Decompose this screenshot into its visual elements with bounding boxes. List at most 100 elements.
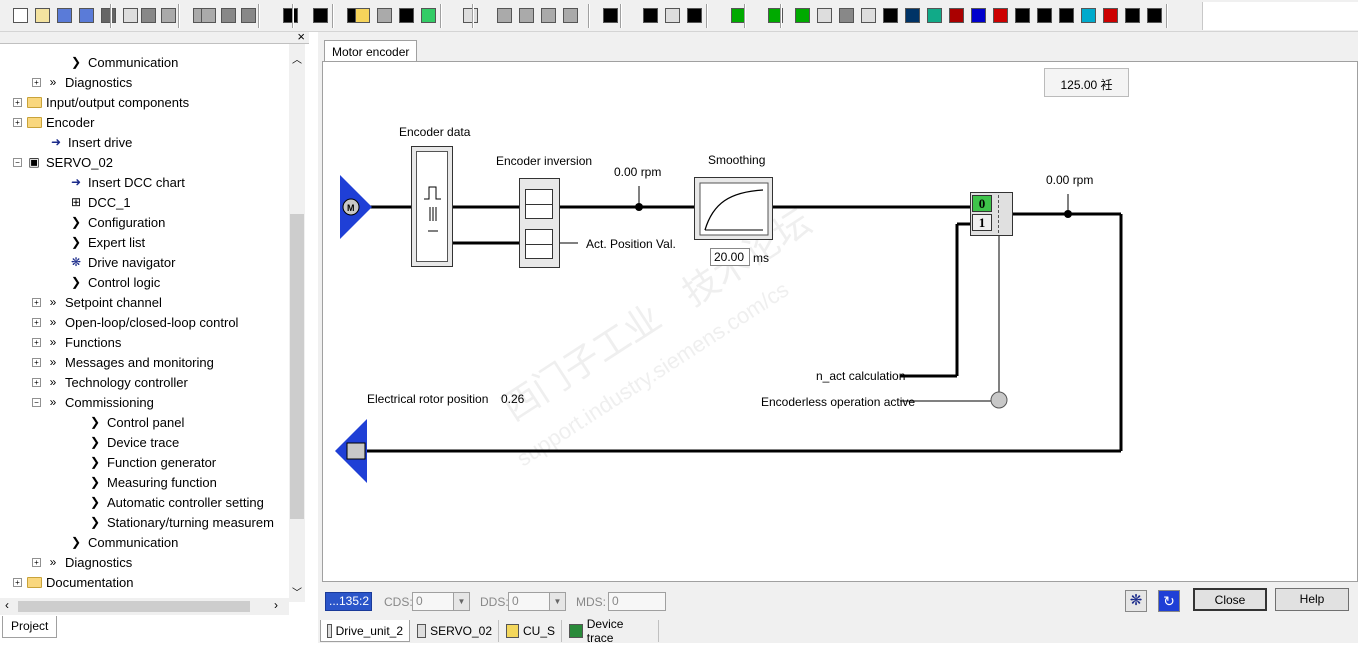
collapse-icon[interactable]: − — [32, 397, 41, 407]
tree-item[interactable]: ❯ Configuration — [68, 212, 165, 232]
tree-item[interactable]: ❯ Measuring function — [87, 472, 217, 492]
toolbar-button[interactable] — [76, 5, 96, 25]
close-icon[interactable]: × — [297, 29, 305, 44]
expand-icon[interactable]: + — [32, 77, 41, 87]
toolbar-button[interactable] — [98, 5, 118, 25]
tree-item[interactable]: − ▣ SERVO_02 — [13, 152, 113, 172]
scroll-down-icon[interactable]: ﹀ — [292, 584, 302, 599]
tree-item[interactable]: ❯ Communication — [68, 532, 178, 552]
toolbar-button[interactable] — [640, 5, 660, 25]
tree-item[interactable]: ❯ Communication — [68, 52, 178, 72]
tree-item[interactable]: + » Setpoint channel — [32, 292, 162, 312]
toolbar-button[interactable] — [792, 5, 812, 25]
toolbar-button[interactable] — [120, 5, 140, 25]
toolbar-button[interactable] — [418, 5, 438, 25]
window-tab[interactable]: SERVO_02 — [411, 620, 499, 642]
collapse-icon[interactable]: − — [13, 157, 22, 167]
scroll-thumb[interactable] — [18, 601, 250, 612]
tree-item[interactable]: ❯ Stationary/turning measurem — [87, 512, 274, 532]
toolbar-button[interactable] — [968, 5, 988, 25]
tree-item[interactable]: ➜ Insert DCC chart — [68, 172, 185, 192]
scroll-right-icon[interactable]: › — [274, 598, 278, 612]
tree-item[interactable]: + Input/output components — [13, 92, 189, 112]
dds-select[interactable]: 0 ▼ — [508, 592, 566, 611]
expand-icon[interactable]: + — [32, 317, 41, 327]
window-tab[interactable]: Device trace — [563, 617, 659, 645]
tree-item[interactable]: + Encoder — [13, 112, 94, 132]
tree-item[interactable]: ❯ Control logic — [68, 272, 160, 292]
expand-icon[interactable]: + — [13, 577, 22, 587]
toolbar-button[interactable] — [138, 5, 158, 25]
refresh-icon[interactable]: ↻ — [1158, 590, 1180, 612]
toolbar-button[interactable] — [600, 5, 620, 25]
toolbar-button[interactable] — [218, 5, 238, 25]
scroll-up-icon[interactable]: ︿ — [292, 51, 302, 66]
help-button[interactable]: Help — [1275, 588, 1349, 611]
toolbar-button[interactable] — [836, 5, 856, 25]
chevron-down-icon[interactable]: ▼ — [453, 593, 469, 610]
tab-motor-encoder[interactable]: Motor encoder — [324, 40, 418, 62]
cds-select[interactable]: 0 ▼ — [412, 592, 470, 611]
tree-item[interactable]: −» Commissioning — [32, 392, 154, 412]
tree-item[interactable]: + » Open-loop/closed-loop control — [32, 312, 238, 332]
toolbar-button[interactable] — [662, 5, 682, 25]
toolbar-button[interactable] — [460, 5, 480, 25]
toolbar-button[interactable] — [1144, 5, 1164, 25]
scroll-thumb[interactable] — [290, 214, 304, 519]
toolbar-button[interactable] — [54, 5, 74, 25]
tree-vertical-scrollbar[interactable]: ︿ ﹀ — [289, 44, 305, 602]
chevron-down-icon[interactable]: ▼ — [549, 593, 565, 610]
toolbar-button[interactable] — [946, 5, 966, 25]
tab-project[interactable]: Project — [2, 616, 58, 638]
toolbar-button[interactable] — [310, 5, 330, 25]
tree-item[interactable]: + » Diagnostics — [32, 552, 132, 572]
toolbar-button[interactable] — [238, 5, 258, 25]
smoothing-block[interactable] — [694, 177, 773, 240]
toolbar-button[interactable] — [32, 5, 52, 25]
toolbar-button[interactable] — [1078, 5, 1098, 25]
tree-item[interactable]: ❯ Control panel — [87, 412, 184, 432]
toolbar-button[interactable] — [374, 5, 394, 25]
toolbar-button[interactable] — [1100, 5, 1120, 25]
toolbar-button[interactable] — [538, 5, 558, 25]
toolbar-button[interactable] — [158, 5, 178, 25]
toolbar-button[interactable] — [1034, 5, 1054, 25]
tree-item[interactable]: ❯ Automatic controller setting — [87, 492, 264, 512]
toolbar-button[interactable] — [814, 5, 834, 25]
tree-item[interactable]: + » Diagnostics — [32, 72, 132, 92]
tree-item[interactable]: ❯ Expert list — [68, 232, 145, 252]
expand-icon[interactable]: + — [32, 377, 41, 387]
tree-item[interactable]: ❋ Drive navigator — [68, 252, 175, 272]
smoothing-time-field[interactable]: 20.00 — [710, 248, 750, 266]
expand-icon[interactable]: + — [32, 357, 41, 367]
toolbar-button[interactable] — [10, 5, 30, 25]
toolbar-button[interactable] — [990, 5, 1010, 25]
toolbar-button[interactable] — [396, 5, 416, 25]
toolbar-button[interactable] — [765, 5, 785, 25]
tree-item[interactable]: + » Messages and monitoring — [32, 352, 214, 372]
tree-item[interactable]: ❯ Device trace — [87, 432, 179, 452]
drive-navigator-icon[interactable]: ❋ — [1125, 590, 1147, 612]
scroll-left-icon[interactable]: ‹ — [5, 598, 9, 612]
expand-icon[interactable]: + — [13, 97, 22, 107]
toolbar-button[interactable] — [198, 5, 218, 25]
close-button[interactable]: Close — [1193, 588, 1267, 611]
toolbar-button[interactable] — [1056, 5, 1076, 25]
tree-item[interactable]: + Documentation — [13, 572, 133, 592]
toolbar-button[interactable] — [280, 5, 300, 25]
tree-horizontal-scrollbar[interactable]: ‹ › — [0, 598, 289, 615]
toolbar-button[interactable] — [858, 5, 878, 25]
toolbar-button[interactable] — [560, 5, 580, 25]
window-tab[interactable]: Drive_unit_2 — [320, 620, 410, 642]
toolbar-button[interactable] — [1122, 5, 1142, 25]
encoder-data-block[interactable] — [411, 146, 453, 267]
encoder-inversion-block[interactable] — [519, 178, 560, 268]
window-tab[interactable]: CU_S — [500, 620, 562, 642]
toolbar-button[interactable] — [902, 5, 922, 25]
tree-item[interactable]: ⊞ DCC_1 — [68, 192, 131, 212]
encoder-switch[interactable]: 0 1 — [970, 192, 1013, 236]
toolbar-button[interactable] — [880, 5, 900, 25]
expand-icon[interactable]: + — [32, 557, 41, 567]
toolbar-button[interactable] — [352, 5, 372, 25]
tree-item[interactable]: + » Functions — [32, 332, 121, 352]
